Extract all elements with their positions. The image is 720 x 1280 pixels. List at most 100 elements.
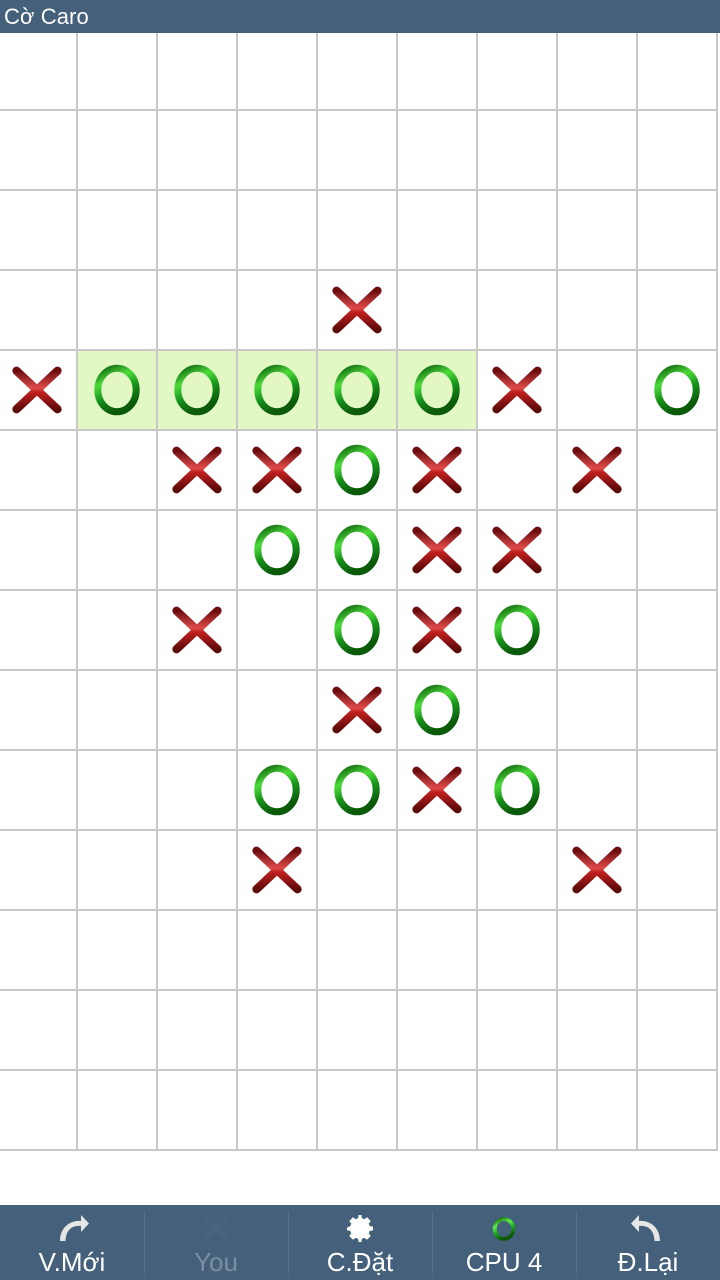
board-cell-r13-c8[interactable] [638, 1071, 718, 1151]
board-cell-r3-c0[interactable] [0, 271, 78, 351]
board-cell-r10-c3[interactable] [238, 831, 318, 911]
board-cell-r0-c1[interactable] [78, 33, 158, 111]
board-cell-r12-c4[interactable] [318, 991, 398, 1071]
board-cell-r1-c1[interactable] [78, 111, 158, 191]
board-cell-r11-c7[interactable] [558, 911, 638, 991]
board-cell-r3-c6[interactable] [478, 271, 558, 351]
board-cell-r0-c2[interactable] [158, 33, 238, 111]
game-board-area[interactable] [0, 33, 720, 1205]
board-cell-r7-c3[interactable] [238, 591, 318, 671]
board-cell-r13-c0[interactable] [0, 1071, 78, 1151]
board-cell-r4-c7[interactable] [558, 351, 638, 431]
board-cell-r9-c2[interactable] [158, 751, 238, 831]
board-cell-r0-c5[interactable] [398, 33, 478, 111]
board-cell-r7-c4[interactable] [318, 591, 398, 671]
board-cell-r7-c5[interactable] [398, 591, 478, 671]
board-cell-r8-c8[interactable] [638, 671, 718, 751]
board-cell-r1-c8[interactable] [638, 111, 718, 191]
board-cell-r2-c1[interactable] [78, 191, 158, 271]
board-cell-r11-c2[interactable] [158, 911, 238, 991]
board-cell-r2-c7[interactable] [558, 191, 638, 271]
board-cell-r6-c1[interactable] [78, 511, 158, 591]
board-cell-r3-c2[interactable] [158, 271, 238, 351]
board-cell-r1-c7[interactable] [558, 111, 638, 191]
board-cell-r2-c2[interactable] [158, 191, 238, 271]
board-cell-r12-c7[interactable] [558, 991, 638, 1071]
board-cell-r11-c5[interactable] [398, 911, 478, 991]
board-cell-r9-c5[interactable] [398, 751, 478, 831]
board-cell-r4-c8[interactable] [638, 351, 718, 431]
board-cell-r7-c2[interactable] [158, 591, 238, 671]
board-cell-r0-c0[interactable] [0, 33, 78, 111]
board-cell-r6-c2[interactable] [158, 511, 238, 591]
board-cell-r1-c6[interactable] [478, 111, 558, 191]
board-cell-r0-c8[interactable] [638, 33, 718, 111]
board-cell-r12-c1[interactable] [78, 991, 158, 1071]
game-board[interactable] [0, 33, 720, 1205]
board-cell-r4-c1[interactable] [78, 351, 158, 431]
board-cell-r4-c4[interactable] [318, 351, 398, 431]
board-cell-r6-c3[interactable] [238, 511, 318, 591]
board-cell-r9-c6[interactable] [478, 751, 558, 831]
board-cell-r3-c4[interactable] [318, 271, 398, 351]
board-cell-r5-c7[interactable] [558, 431, 638, 511]
board-cell-r9-c8[interactable] [638, 751, 718, 831]
board-cell-r9-c0[interactable] [0, 751, 78, 831]
undo-button[interactable]: Đ.Lại [576, 1205, 720, 1280]
board-cell-r8-c4[interactable] [318, 671, 398, 751]
board-cell-r11-c8[interactable] [638, 911, 718, 991]
board-cell-r10-c6[interactable] [478, 831, 558, 911]
board-cell-r1-c0[interactable] [0, 111, 78, 191]
board-cell-r11-c1[interactable] [78, 911, 158, 991]
board-cell-r8-c7[interactable] [558, 671, 638, 751]
cpu-level-button[interactable]: CPU 4 [432, 1205, 576, 1280]
board-cell-r11-c3[interactable] [238, 911, 318, 991]
board-cell-r3-c7[interactable] [558, 271, 638, 351]
board-cell-r5-c4[interactable] [318, 431, 398, 511]
board-cell-r2-c0[interactable] [0, 191, 78, 271]
board-cell-r13-c3[interactable] [238, 1071, 318, 1151]
board-cell-r5-c3[interactable] [238, 431, 318, 511]
board-cell-r13-c4[interactable] [318, 1071, 398, 1151]
board-cell-r9-c4[interactable] [318, 751, 398, 831]
board-cell-r10-c8[interactable] [638, 831, 718, 911]
board-cell-r12-c6[interactable] [478, 991, 558, 1071]
board-cell-r10-c2[interactable] [158, 831, 238, 911]
board-cell-r5-c2[interactable] [158, 431, 238, 511]
board-cell-r13-c7[interactable] [558, 1071, 638, 1151]
board-cell-r5-c1[interactable] [78, 431, 158, 511]
board-cell-r11-c0[interactable] [0, 911, 78, 991]
board-cell-r8-c6[interactable] [478, 671, 558, 751]
board-cell-r5-c8[interactable] [638, 431, 718, 511]
board-cell-r12-c0[interactable] [0, 991, 78, 1071]
board-cell-r1-c4[interactable] [318, 111, 398, 191]
board-cell-r7-c0[interactable] [0, 591, 78, 671]
board-cell-r12-c8[interactable] [638, 991, 718, 1071]
board-cell-r8-c3[interactable] [238, 671, 318, 751]
board-cell-r5-c5[interactable] [398, 431, 478, 511]
board-cell-r0-c4[interactable] [318, 33, 398, 111]
board-cell-r2-c5[interactable] [398, 191, 478, 271]
board-cell-r13-c2[interactable] [158, 1071, 238, 1151]
board-cell-r9-c7[interactable] [558, 751, 638, 831]
board-cell-r13-c1[interactable] [78, 1071, 158, 1151]
board-cell-r10-c1[interactable] [78, 831, 158, 911]
board-cell-r2-c3[interactable] [238, 191, 318, 271]
board-cell-r13-c5[interactable] [398, 1071, 478, 1151]
board-cell-r8-c5[interactable] [398, 671, 478, 751]
board-cell-r10-c4[interactable] [318, 831, 398, 911]
board-cell-r4-c3[interactable] [238, 351, 318, 431]
board-cell-r10-c5[interactable] [398, 831, 478, 911]
board-cell-r6-c6[interactable] [478, 511, 558, 591]
board-cell-r0-c3[interactable] [238, 33, 318, 111]
board-cell-r1-c2[interactable] [158, 111, 238, 191]
board-cell-r7-c6[interactable] [478, 591, 558, 671]
board-cell-r4-c5[interactable] [398, 351, 478, 431]
board-cell-r2-c8[interactable] [638, 191, 718, 271]
board-cell-r0-c7[interactable] [558, 33, 638, 111]
board-cell-r6-c0[interactable] [0, 511, 78, 591]
board-cell-r7-c8[interactable] [638, 591, 718, 671]
board-cell-r6-c5[interactable] [398, 511, 478, 591]
board-cell-r13-c6[interactable] [478, 1071, 558, 1151]
board-cell-r4-c0[interactable] [0, 351, 78, 431]
